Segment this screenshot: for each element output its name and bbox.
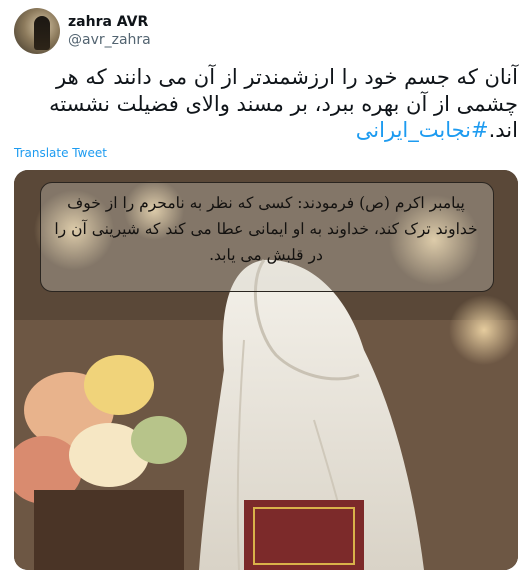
flower-cluster: [131, 416, 187, 464]
avatar[interactable]: [14, 8, 60, 54]
tweet-text: آنان که جسم خود را ارزشمندتر از آن می دا…: [14, 64, 518, 144]
translate-tweet-link[interactable]: Translate Tweet: [14, 146, 107, 160]
quran-book: [244, 500, 364, 570]
user-names: zahra AVR @avr_zahra: [68, 13, 151, 49]
image-caption: پیامبر اکرم (ص) فرمودند: کسی که نظر به ن…: [54, 194, 478, 264]
display-name[interactable]: zahra AVR: [68, 13, 151, 31]
hashtag-link[interactable]: #نجابت_ایرانی: [356, 118, 489, 142]
bokeh-light: [449, 295, 518, 365]
tweet-media-image[interactable]: پیامبر اکرم (ص) فرمودند: کسی که نظر به ن…: [14, 170, 518, 570]
avatar-figure: [34, 16, 50, 50]
tweet-header: zahra AVR @avr_zahra: [14, 8, 151, 54]
flower-basket: [34, 490, 184, 570]
flower-cluster: [84, 355, 154, 415]
user-handle[interactable]: @avr_zahra: [68, 31, 151, 49]
tweet-card: zahra AVR @avr_zahra آنان که جسم خود را …: [0, 0, 532, 571]
